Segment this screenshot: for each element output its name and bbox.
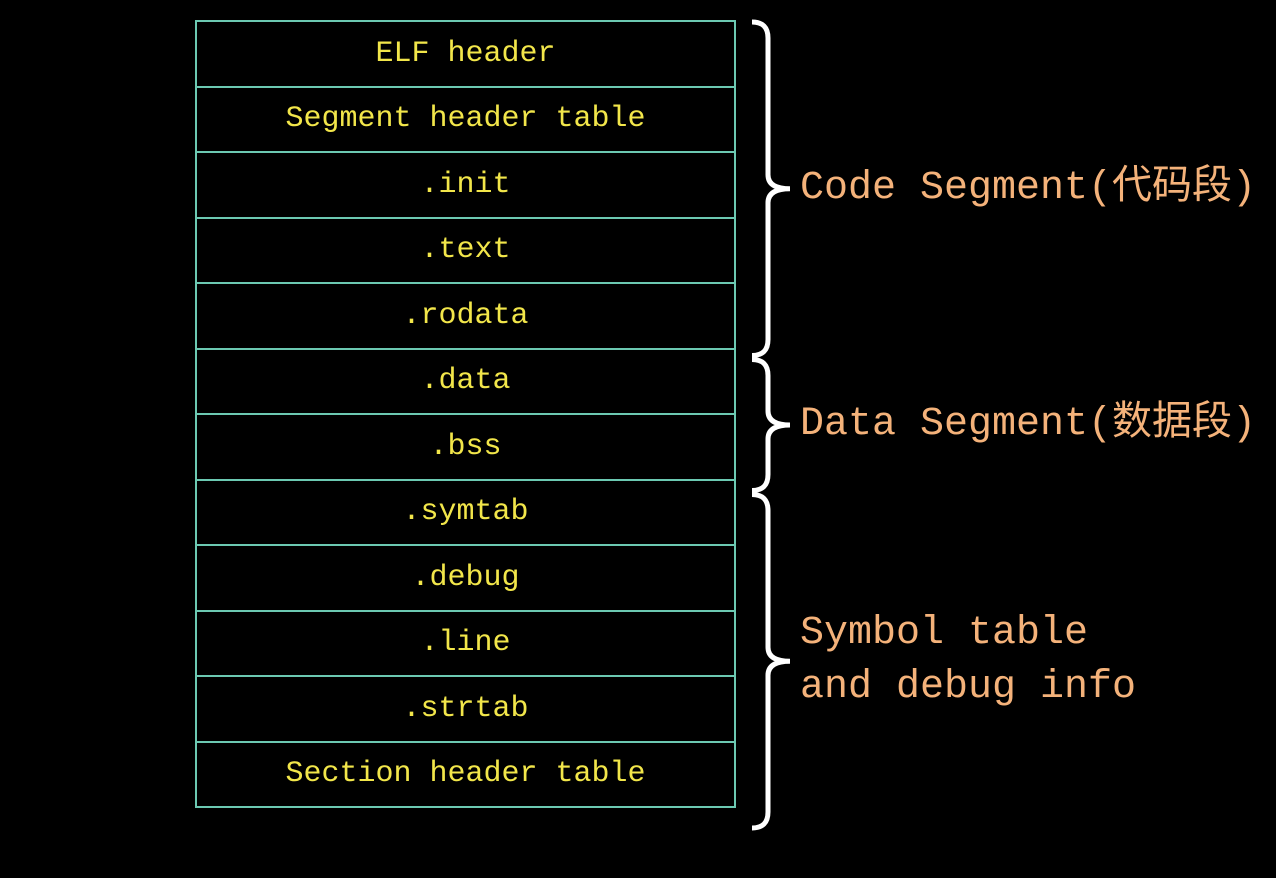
group-label-0: Code Segment(代码段) — [800, 165, 1257, 211]
group-label-2: Symbol table and debug info — [800, 611, 1137, 711]
brace-1 — [751, 357, 791, 493]
brace-2 — [751, 492, 791, 831]
group-label-1: Data Segment(数据段) — [800, 402, 1257, 447]
brace-0 — [751, 19, 791, 358]
